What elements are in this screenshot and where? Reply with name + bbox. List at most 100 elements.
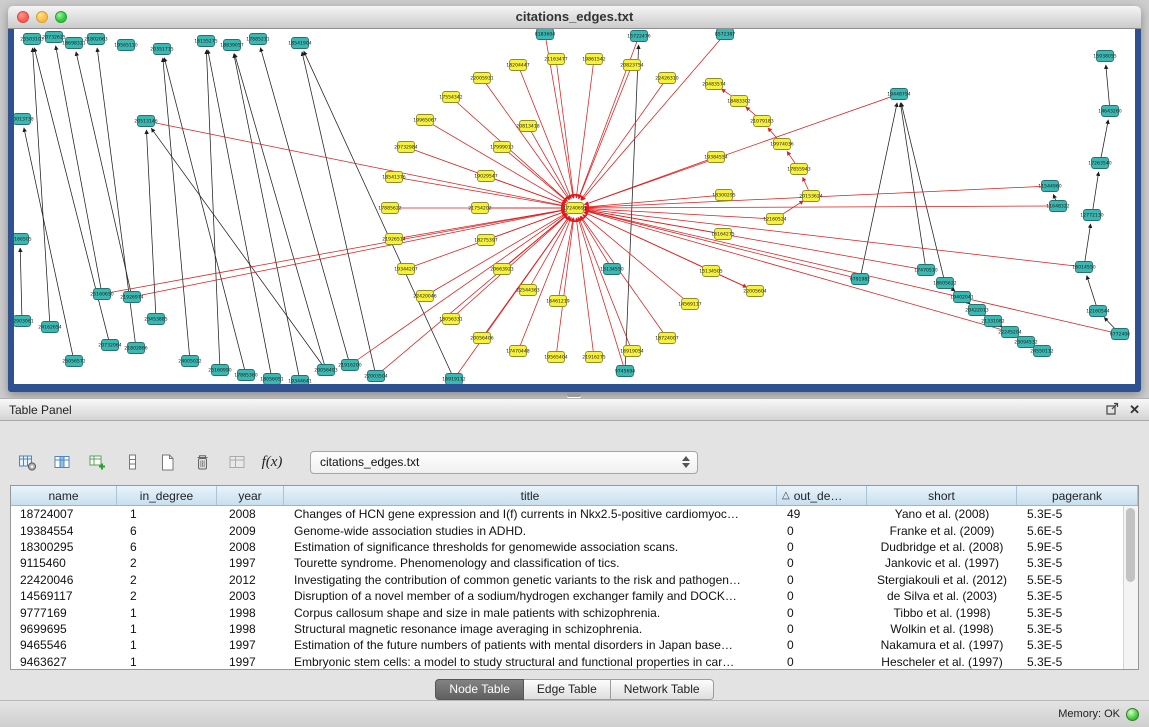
graph-node[interactable]: 25056572 — [62, 356, 85, 367]
graph-edge[interactable] — [585, 210, 1120, 334]
column-header-year[interactable]: year — [217, 486, 284, 505]
graph-node[interactable]: 19029547 — [474, 171, 497, 182]
graph-node[interactable]: 18483302 — [727, 96, 750, 107]
table-options-button[interactable] — [14, 449, 40, 475]
graph-node[interactable]: 20422013 — [965, 305, 988, 316]
graph-node[interactable]: 8572387 — [715, 29, 736, 40]
table-cell[interactable]: Estimation of significance thresholds fo… — [284, 540, 777, 554]
graph-node[interactable]: 19344207 — [394, 264, 417, 275]
table-cell[interactable]: 5.3E-5 — [1017, 606, 1123, 620]
graph-edge[interactable] — [1084, 224, 1091, 267]
table-cell[interactable]: 9115460 — [11, 556, 117, 570]
edit-table-button[interactable] — [84, 449, 110, 475]
graph-edge[interactable] — [1100, 120, 1108, 163]
table-cell[interactable]: Investigating the contribution of common… — [284, 573, 777, 587]
graph-node[interactable]: 22420046 — [413, 291, 436, 302]
graph-node[interactable]: 20056493 — [314, 365, 337, 376]
table-cell[interactable]: 0 — [777, 606, 867, 620]
table-cell[interactable]: 0 — [777, 556, 867, 570]
table-cell[interactable]: 1 — [117, 606, 217, 620]
graph-edge[interactable] — [34, 48, 110, 345]
graph-edge[interactable] — [208, 50, 272, 379]
table-cell[interactable]: 5.5E-5 — [1017, 573, 1123, 587]
graph-edge[interactable] — [581, 78, 667, 200]
graph-edge[interactable] — [1106, 65, 1110, 111]
graph-node[interactable]: 24550112 — [1030, 346, 1053, 357]
function-builder-button[interactable]: f(x) — [259, 449, 285, 475]
graph-node[interactable]: 14569117 — [678, 299, 701, 310]
table-cell[interactable]: 2 — [117, 573, 217, 587]
table-cell[interactable]: Changes of HCN gene expression and I(f) … — [284, 507, 777, 521]
table-cell[interactable]: 5.3E-5 — [1017, 622, 1123, 636]
table-row[interactable]: 969969511998Structural magnetic resonanc… — [11, 621, 1123, 637]
graph-edge[interactable] — [164, 58, 246, 375]
float-panel-icon[interactable] — [1106, 402, 1119, 418]
graph-node[interactable]: 15938055 — [1093, 51, 1116, 62]
graph-node[interactable]: 19402041 — [950, 292, 973, 303]
table-row[interactable]: 1456911722003Disruption of a novel membe… — [11, 588, 1123, 604]
graph-edge[interactable] — [900, 103, 926, 270]
graph-edge[interactable] — [576, 59, 594, 198]
graph-edge[interactable] — [102, 210, 565, 294]
table-row[interactable]: 1830029562008Estimation of significance … — [11, 539, 1123, 555]
graph-edge[interactable] — [585, 211, 1010, 332]
graph-node[interactable]: 16164275 — [711, 229, 734, 240]
table-cell[interactable]: Structural magnetic resonance image aver… — [284, 622, 777, 636]
graph-node[interactable]: 9745694 — [615, 366, 636, 377]
table-cell[interactable]: Tibbo et al. (1998) — [867, 606, 1017, 620]
table-row[interactable]: 2242004622012Investigating the contribut… — [11, 572, 1123, 588]
graph-edge[interactable] — [146, 121, 565, 206]
table-cell[interactable]: Corpus callosum shape and size in male p… — [284, 606, 777, 620]
network-window-titlebar[interactable]: citations_edges.txt — [8, 6, 1141, 29]
graph-node[interactable]: 20813418 — [516, 121, 539, 132]
graph-node[interactable]: 21754202 — [468, 203, 491, 214]
network-canvas[interactable]: 1724069522426310208237541986154221163477… — [14, 29, 1135, 384]
graph-node[interactable]: 21916275 — [582, 352, 605, 363]
graph-node[interactable]: 16919112 — [442, 374, 465, 385]
graph-node[interactable]: 16919054 — [620, 346, 643, 357]
table-cell[interactable]: 0 — [777, 540, 867, 554]
table-row[interactable]: 911546021997Tourette syndrome. Phenomeno… — [11, 555, 1123, 571]
graph-node[interactable]: 22903061 — [14, 316, 34, 327]
graph-edge[interactable] — [556, 59, 574, 198]
graph-node[interactable]: 21163477 — [544, 54, 567, 65]
column-header-title[interactable]: title — [284, 486, 777, 505]
table-row[interactable]: 946362711997Embryonic stem cells: a mode… — [11, 654, 1123, 669]
graph-node[interactable]: 16461219 — [546, 296, 569, 307]
graph-edge[interactable] — [235, 54, 326, 370]
table-cell[interactable]: Dudbridge et al. (2008) — [867, 540, 1017, 554]
graph-node[interactable]: 19965067 — [413, 115, 436, 126]
graph-node[interactable]: 21926974 — [120, 292, 143, 303]
table-cell[interactable]: 9463627 — [11, 655, 117, 669]
graph-node[interactable]: 18724007 — [655, 333, 678, 344]
table-cell[interactable]: 19384554 — [11, 524, 117, 538]
close-panel-icon[interactable]: ✕ — [1129, 404, 1140, 416]
graph-edge[interactable] — [585, 210, 926, 270]
table-cell[interactable]: Genome-wide association studies in ADHD. — [284, 524, 777, 538]
table-cell[interactable]: 9465546 — [11, 638, 117, 652]
graph-node[interactable]: 22005604 — [743, 286, 766, 297]
table-cell[interactable]: 0 — [777, 655, 867, 669]
graph-node[interactable]: 25160990 — [208, 365, 231, 376]
graph-node[interactable]: 17885360 — [234, 370, 257, 381]
table-cell[interactable]: Nakamura et al. (1997) — [867, 638, 1017, 652]
graph-node[interactable]: 17999013 — [490, 142, 513, 153]
table-cell[interactable]: Hescheler et al. (1997) — [867, 655, 1017, 669]
graph-node[interactable]: 22426310 — [655, 73, 678, 84]
graph-node[interactable]: 20732984 — [394, 142, 417, 153]
table-row[interactable]: 946554611997Estimation of the future num… — [11, 637, 1123, 653]
graph-node[interactable]: 16155275 — [194, 36, 217, 47]
graph-node[interactable]: 20153624 — [799, 191, 822, 202]
graph-node[interactable]: 20732064 — [98, 340, 121, 351]
graph-node[interactable]: 21802063 — [84, 34, 107, 45]
network-table-selector[interactable]: citations_edges.txt — [310, 451, 698, 474]
graph-node[interactable]: 20013738 — [14, 114, 34, 125]
scrollbar-thumb[interactable] — [1126, 508, 1135, 582]
column-header-pagerank[interactable]: pagerank — [1017, 486, 1138, 505]
graph-node[interactable]: 24162654 — [38, 322, 61, 333]
create-table-button[interactable] — [154, 449, 180, 475]
graph-node[interactable]: 19565110 — [114, 40, 137, 51]
graph-edge[interactable] — [584, 212, 755, 291]
graph-node[interactable]: 17554342 — [439, 92, 462, 103]
graph-edge[interactable] — [304, 51, 454, 379]
